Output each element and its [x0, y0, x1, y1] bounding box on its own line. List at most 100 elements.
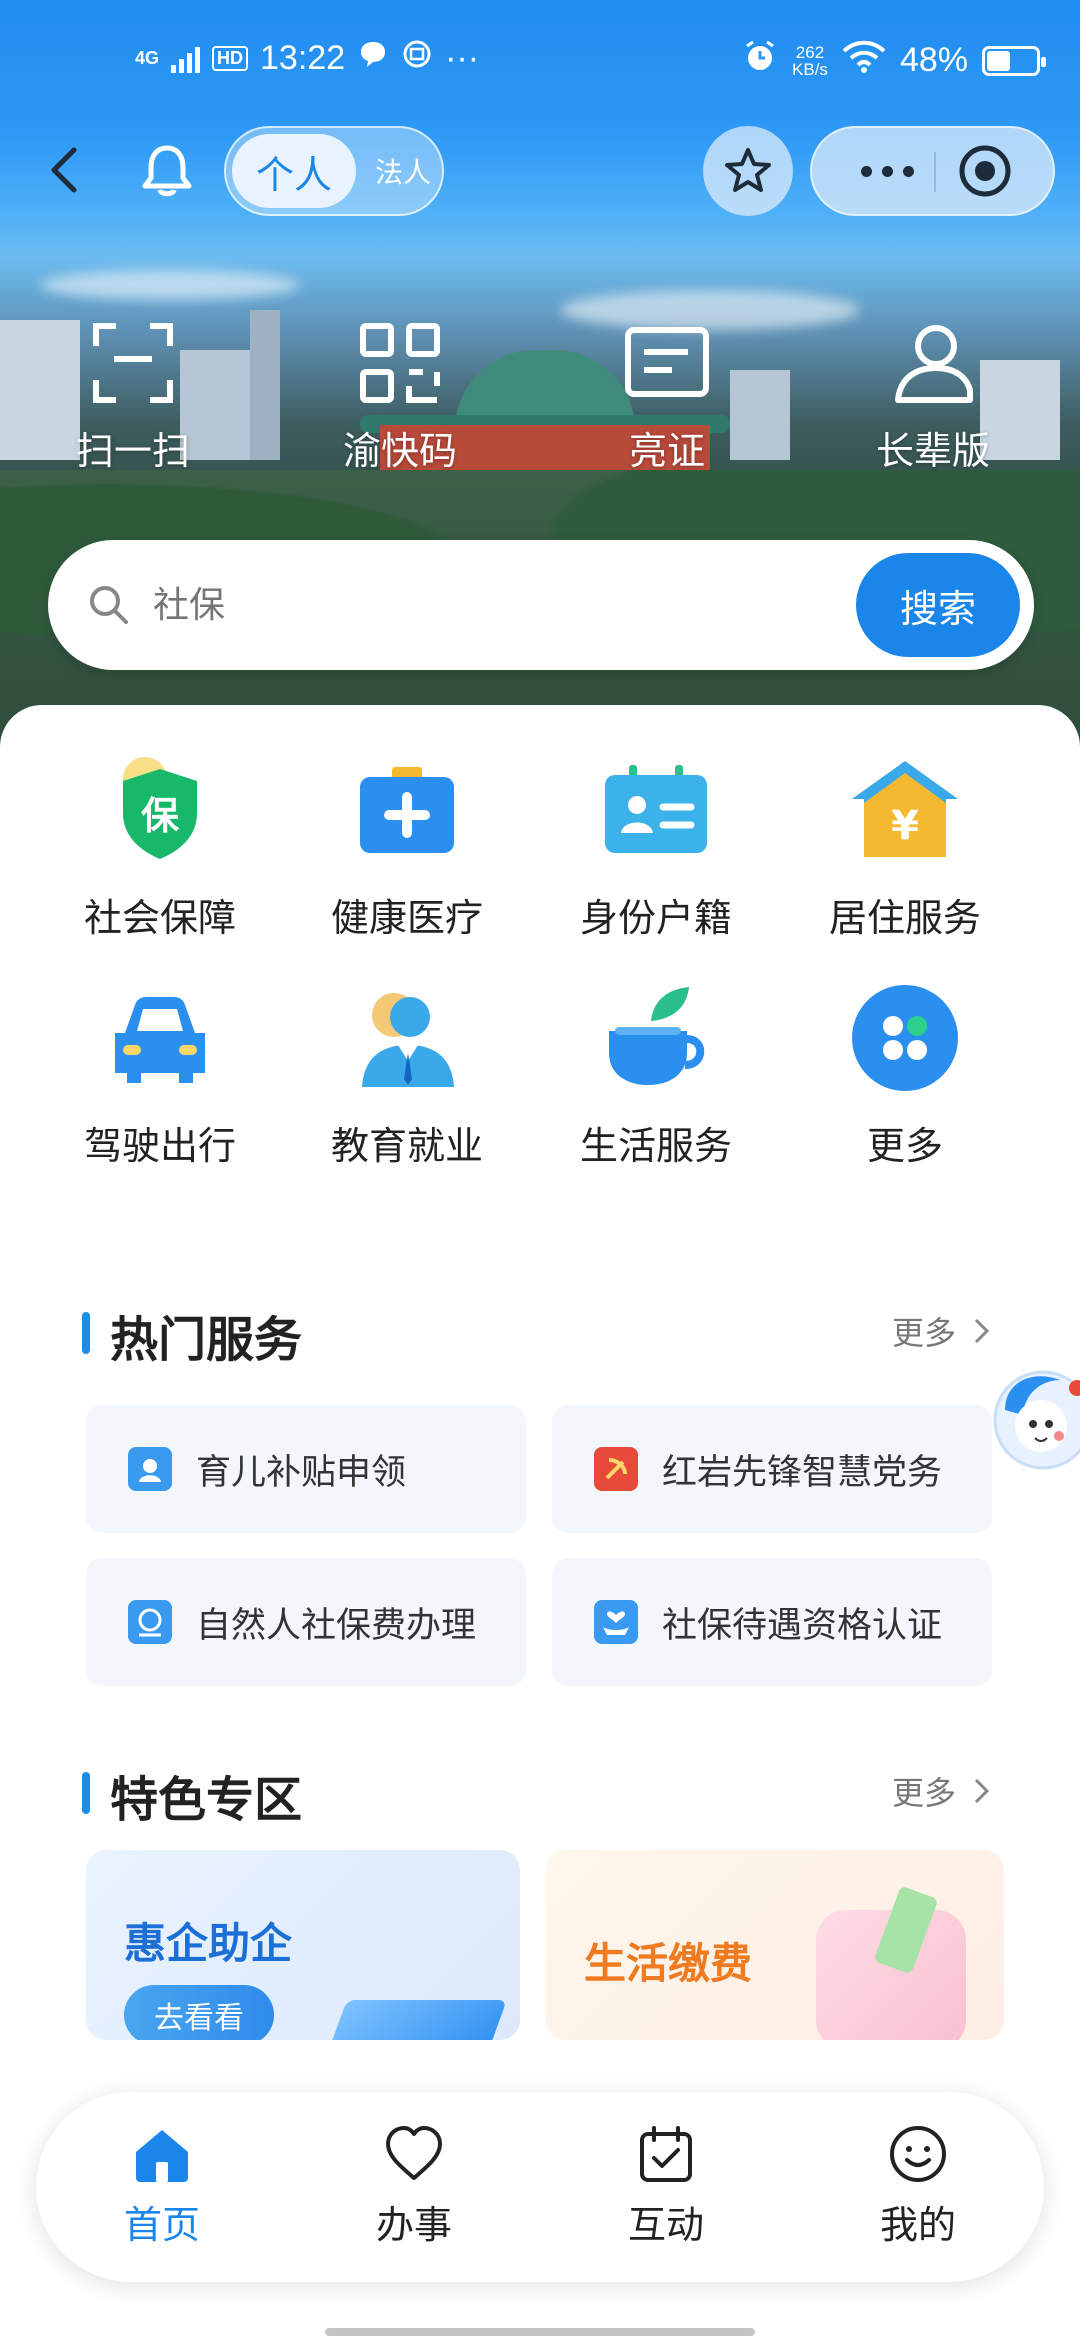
- smile-icon: [890, 2126, 946, 2182]
- scan-icon: [93, 323, 173, 403]
- search-icon: [90, 586, 128, 624]
- search-bar: 搜索: [48, 540, 1034, 670]
- feature-card-enterprise[interactable]: 惠企助企 去看看: [86, 1850, 520, 2040]
- social-security-icon: 保: [123, 757, 197, 859]
- hot-service-item[interactable]: 自然人社保费办理: [86, 1558, 526, 1686]
- chat-bubble-icon: [357, 38, 389, 79]
- hot-service-label: 自然人社保费办理: [196, 1605, 477, 1646]
- feature-title: 生活缴费: [584, 1939, 753, 1988]
- favorite-button[interactable]: [703, 126, 793, 216]
- home-indicator[interactable]: [325, 2328, 755, 2336]
- tab-label: 互动: [627, 2203, 704, 2247]
- feature-title: 惠企助企: [124, 1919, 293, 1968]
- quick-action-label: 长辈版: [875, 429, 990, 473]
- service-education[interactable]: 教育就业: [307, 983, 507, 1170]
- chevron-right-icon: [974, 1778, 990, 1804]
- svg-text:¥: ¥: [891, 803, 919, 849]
- tab-services[interactable]: 办事: [314, 2122, 514, 2249]
- status-more: ···: [445, 39, 480, 77]
- service-identity[interactable]: 身份户籍: [556, 755, 756, 942]
- more-label: 更多: [891, 1314, 956, 1352]
- tab-interaction[interactable]: 互动: [566, 2122, 766, 2249]
- child-subsidy-icon: [128, 1447, 172, 1491]
- wifi-icon: [842, 39, 886, 82]
- go-see-button[interactable]: 去看看: [124, 1985, 274, 2040]
- section-accent-bar: [82, 1772, 90, 1814]
- service-label: 健康医疗: [330, 896, 483, 940]
- status-bar: 4G HD 13:22 ··· 262 KB/s 48%: [0, 0, 1080, 120]
- id-card-icon: [625, 327, 709, 397]
- network-type: 4G: [135, 48, 160, 68]
- status-time: 13:22: [260, 39, 346, 77]
- quick-action-qr[interactable]: 渝快码: [300, 320, 500, 490]
- service-medical[interactable]: 健康医疗: [307, 755, 507, 942]
- car-icon: [115, 997, 205, 1083]
- service-label: 身份户籍: [579, 896, 732, 940]
- cube-illustration-icon: [325, 2000, 507, 2040]
- search-button[interactable]: 搜索: [856, 553, 1020, 657]
- more-label: 更多: [891, 1774, 956, 1812]
- service-label: 居住服务: [828, 896, 981, 940]
- role-legal-tab[interactable]: 法人: [366, 128, 440, 214]
- role-personal-tab[interactable]: 个人: [232, 134, 356, 208]
- mascot-icon: [993, 1370, 1080, 1470]
- features-title: 特色专区: [110, 1772, 303, 1828]
- service-label: 驾驶出行: [83, 1124, 236, 1168]
- service-life[interactable]: 生活服务: [556, 983, 756, 1170]
- hot-service-item[interactable]: 育儿补贴申领: [86, 1405, 526, 1533]
- chevron-right-icon: [974, 1318, 990, 1344]
- service-driving[interactable]: 驾驶出行: [60, 983, 260, 1170]
- alarm-icon: [742, 38, 778, 83]
- quick-actions: 扫一扫 渝快码 亮证 长辈版: [0, 320, 1080, 490]
- calendar-check-icon: [640, 2126, 692, 2182]
- more-options-button[interactable]: [842, 128, 932, 214]
- back-button[interactable]: [36, 140, 96, 200]
- section-accent-bar: [82, 1312, 90, 1354]
- quick-action-elder[interactable]: 长辈版: [833, 320, 1033, 490]
- assistant-mascot-button[interactable]: [985, 1360, 1080, 1495]
- feature-card-bills[interactable]: 生活缴费: [546, 1850, 1004, 2040]
- tab-label: 办事: [375, 2203, 452, 2247]
- features-more-link[interactable]: 更多: [892, 1768, 992, 1814]
- quick-action-id[interactable]: 亮证: [567, 320, 767, 490]
- tab-label: 首页: [123, 2203, 200, 2247]
- search-input[interactable]: [153, 570, 853, 640]
- more-apps-icon: [852, 985, 958, 1091]
- hot-service-label: 红岩先锋智慧党务: [662, 1452, 943, 1493]
- net-speed-value: 262: [795, 42, 825, 62]
- hot-services-title: 热门服务: [110, 1312, 303, 1368]
- hot-service-label: 育儿补贴申领: [196, 1452, 407, 1493]
- graduate-person-icon: [362, 993, 454, 1087]
- tab-profile[interactable]: 我的: [818, 2122, 1018, 2249]
- notification-button[interactable]: [140, 140, 194, 200]
- role-toggle: 个人 法人: [224, 126, 444, 216]
- service-label: 更多: [866, 1124, 943, 1168]
- target-close-icon: [959, 145, 1011, 197]
- svg-text:保: 保: [141, 794, 180, 838]
- hot-service-item[interactable]: 红岩先锋智慧党务: [552, 1405, 992, 1533]
- tab-label: 我的: [879, 2203, 956, 2247]
- service-label: 教育就业: [330, 1124, 483, 1168]
- hot-service-item[interactable]: 社保待遇资格认证: [552, 1558, 992, 1686]
- miniapp-capsule: [810, 126, 1055, 216]
- quick-action-label: 渝快码: [342, 429, 457, 473]
- quick-action-scan[interactable]: 扫一扫: [33, 320, 233, 490]
- service-more[interactable]: 更多: [805, 983, 1005, 1170]
- service-residence[interactable]: ¥ 居住服务: [805, 755, 1005, 942]
- net-speed: 262 KB/s: [792, 44, 828, 78]
- heart-icon: [386, 2126, 442, 2180]
- house-yuan-icon: ¥: [852, 761, 958, 857]
- close-miniapp-button[interactable]: [957, 143, 1013, 199]
- tab-home[interactable]: 首页: [62, 2122, 262, 2249]
- signal-icon: [171, 45, 201, 73]
- hot-services-more-link[interactable]: 更多: [892, 1308, 992, 1354]
- medical-kit-icon: [360, 767, 454, 853]
- hd-badge: HD: [212, 46, 249, 71]
- bell-icon: [142, 145, 192, 197]
- service-social-security[interactable]: 保 社会保障: [60, 755, 260, 942]
- bottom-tab-bar: 首页 办事 互动 我的: [36, 2092, 1044, 2282]
- net-speed-unit: KB/s: [792, 59, 828, 79]
- service-label: 生活服务: [579, 1124, 732, 1168]
- service-label: 社会保障: [83, 896, 236, 940]
- home-icon: [136, 2130, 188, 2182]
